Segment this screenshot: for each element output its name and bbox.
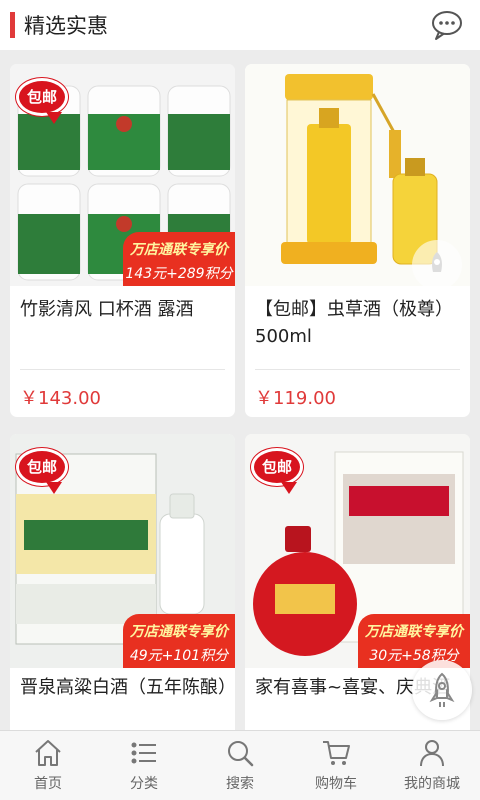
promo-title: 万店通联专享价 [365,624,463,640]
tab-label: 分类 [130,776,158,792]
product-name[interactable]: 竹影清风 口杯酒 露酒 [20,296,230,323]
product-image[interactable]: 包邮 万店通联专享价 143元+289积分 [10,64,235,286]
product-price: ￥143.00 [20,388,101,409]
promo-detail: 143元+289积分 [125,266,233,282]
promo-tag: 万店通联专享价 49元+101积分 [123,614,235,668]
product-price: ￥119.00 [255,388,336,409]
page-title: 精选实惠 [24,14,108,38]
search-icon [228,741,254,767]
back-to-top-button[interactable] [412,660,472,720]
floating-rocket-button[interactable] [412,240,462,290]
product-name[interactable]: 晋泉高粱白酒（五年陈酿） [20,674,235,701]
product-image[interactable]: 包邮 万店通联专享价 49元+101积分 [10,434,235,668]
tab-category[interactable]: 分类 [96,731,192,800]
free-shipping-badge: 包邮 [16,448,74,494]
product-card[interactable]: 包邮 万店通联专享价 143元+289积分 竹影清风 口杯酒 露酒 ￥143.0… [10,64,235,417]
divider [255,369,460,370]
rocket-icon [432,252,442,272]
title-accent-bar [10,12,15,38]
tab-home[interactable]: 首页 [0,731,96,800]
promo-title: 万店通联专享价 [130,624,228,640]
page-header: 精选实惠 [0,0,480,50]
tab-cart[interactable]: 购物车 [288,731,384,800]
free-shipping-badge-text: 包邮 [251,448,303,486]
free-shipping-badge-text: 包邮 [16,78,68,116]
home-icon [35,740,61,766]
free-shipping-badge: 包邮 [16,78,74,124]
user-icon [420,740,444,767]
free-shipping-badge-text: 包邮 [16,448,68,486]
free-shipping-badge: 包邮 [251,448,309,494]
tab-label: 购物车 [315,776,357,792]
tab-my-store[interactable]: 我的商城 [384,731,480,800]
tab-label: 首页 [34,776,62,792]
product-image[interactable]: 包邮 万店通联专享价 30元+58积分 [245,434,470,668]
tab-label: 搜索 [226,776,254,792]
tab-search[interactable]: 搜索 [192,731,288,800]
product-card[interactable]: 包邮 万店通联专享价 49元+101积分 晋泉高粱白酒（五年陈酿） [10,434,235,744]
promo-title: 万店通联专享价 [130,242,228,258]
promo-detail: 49元+101积分 [129,648,229,664]
product-name[interactable]: 【包邮】虫草酒（极尊）500ml [255,296,465,350]
rocket-icon [429,672,455,707]
cart-icon [323,741,350,765]
chat-bubble-icon[interactable] [430,9,464,41]
promo-tag: 万店通联专享价 143元+289积分 [123,232,235,286]
divider [20,369,225,370]
bottom-tab-bar: 首页 分类 搜索 购物车 我的商城 [0,730,480,800]
tab-label: 我的商城 [404,776,460,792]
list-icon [131,742,156,764]
